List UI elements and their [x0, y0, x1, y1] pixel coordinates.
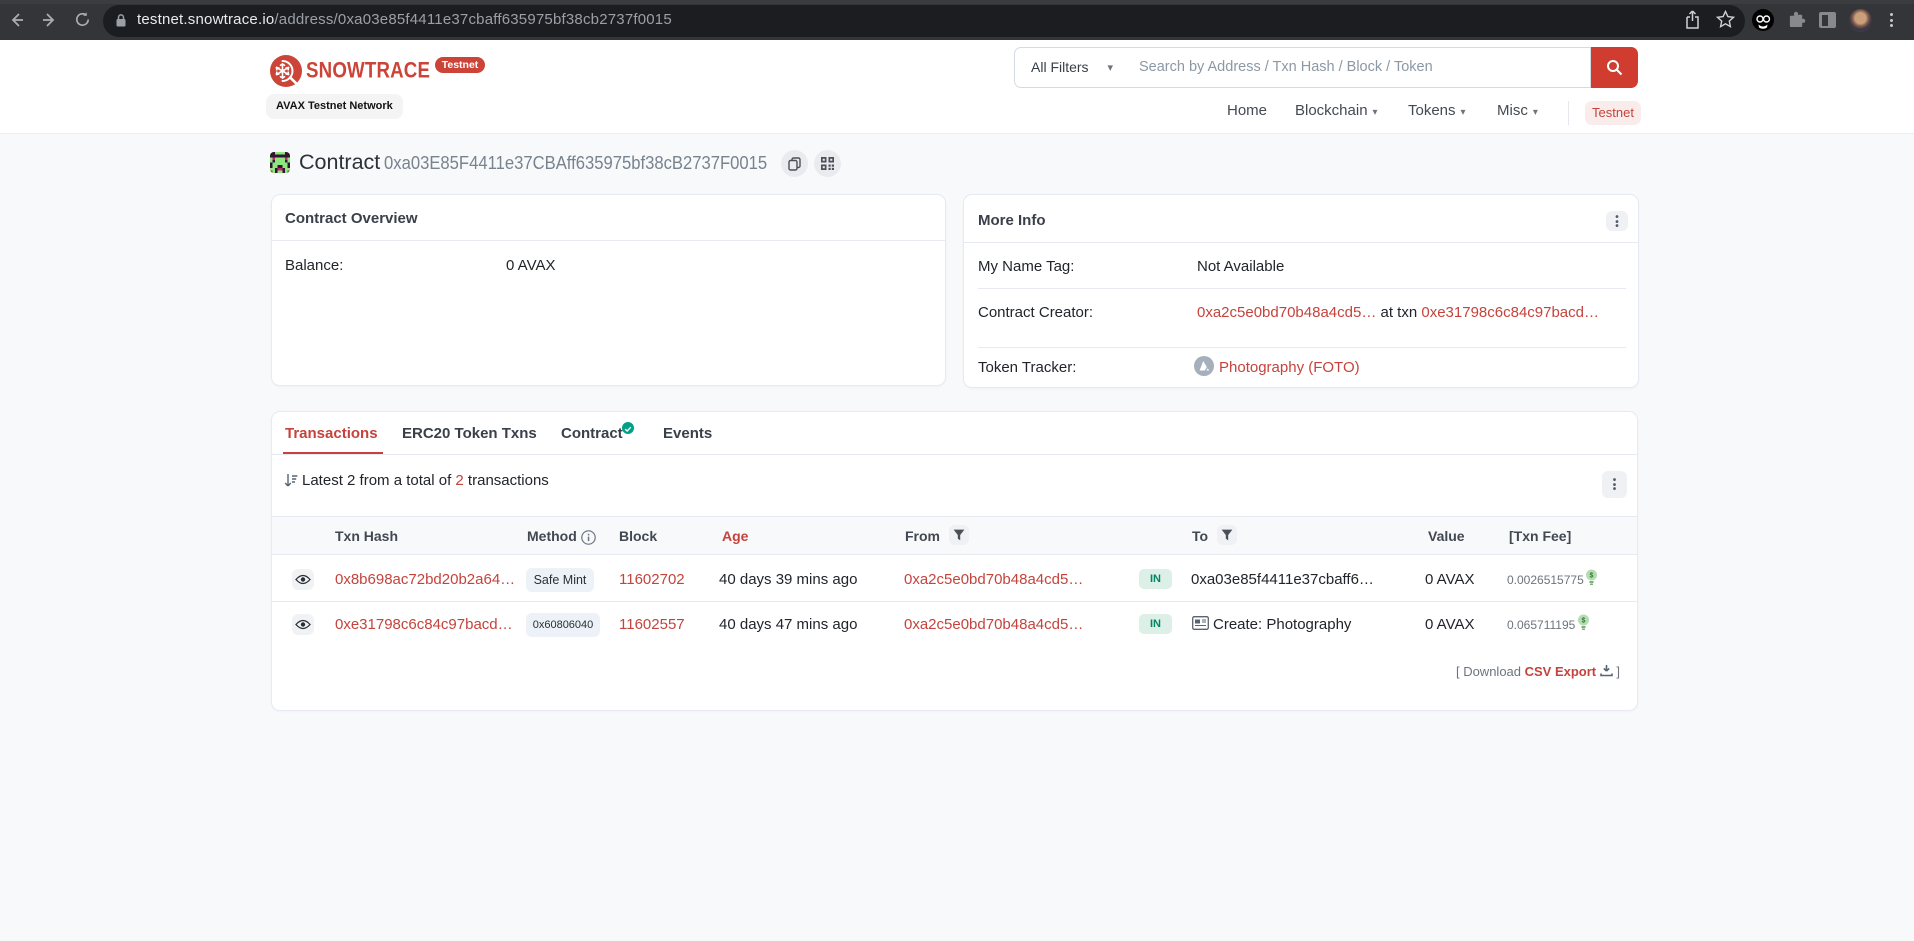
svg-text:$: $	[1582, 618, 1586, 625]
svg-text:$: $	[1590, 573, 1594, 580]
